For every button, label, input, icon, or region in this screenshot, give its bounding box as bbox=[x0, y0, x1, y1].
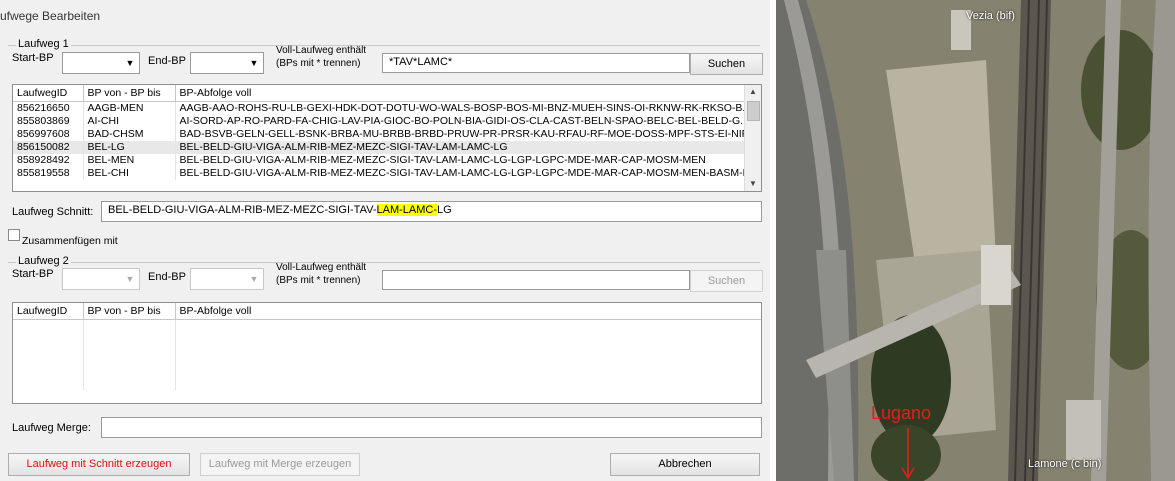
empty-row bbox=[13, 319, 761, 334]
chevron-down-icon: ▼ bbox=[249, 274, 259, 284]
merge-label: Laufweg Merge: bbox=[12, 422, 91, 434]
cell-bp-range: BEL-MEN bbox=[83, 154, 176, 167]
scroll-thumb[interactable] bbox=[747, 101, 760, 121]
schnitt-value-highlight: LAM-LAMC- bbox=[376, 204, 438, 216]
empty-row bbox=[13, 348, 761, 362]
laufweg1-voll-label: Voll-Laufweg enthält bbox=[276, 45, 367, 56]
table-header-row: LaufwegID BP von - BP bis BP-Abfolge vol… bbox=[13, 85, 747, 102]
cell-bp-range: BAD-CHSM bbox=[83, 128, 176, 141]
schnitt-value-after: LG bbox=[437, 204, 452, 216]
laufweg1-start-combo[interactable]: ▼ bbox=[62, 52, 140, 74]
table-row-selected[interactable]: 856150082 BEL-LG BEL-BELD-GIU-VIGA-ALM-R… bbox=[13, 141, 747, 154]
laufweg1-grid[interactable]: LaufwegID BP von - BP bis BP-Abfolge vol… bbox=[12, 84, 762, 192]
chevron-down-icon: ▼ bbox=[125, 58, 135, 68]
chevron-down-icon: ▼ bbox=[125, 274, 135, 284]
cell-laufwegid: 855803869 bbox=[13, 115, 84, 128]
cell-laufwegid: 858928492 bbox=[13, 154, 84, 167]
scroll-down-icon[interactable]: ▼ bbox=[745, 177, 761, 191]
laufweg2-grid[interactable]: LaufwegID BP von - BP bis BP-Abfolge vol… bbox=[12, 302, 762, 404]
merge-checkbox-label: Zusammenfügen mit bbox=[22, 235, 118, 247]
map-label-lamone: Lamone (c bin) bbox=[1028, 458, 1102, 470]
schnitt-label: Laufweg Schnitt: bbox=[12, 206, 94, 218]
laufweg2-end-combo[interactable]: ▼ bbox=[190, 268, 264, 290]
laufweg1-voll-hint: (BPs mit * trennen) bbox=[276, 58, 361, 69]
cell-bp-sequence: AAGB-AAO-ROHS-RU-LB-GEXI-HDK-DOT-DOTU-WO… bbox=[175, 101, 747, 115]
map-label-lugano: Lugano bbox=[871, 403, 932, 423]
laufweg1-group-label: Laufweg 1 bbox=[16, 38, 71, 50]
cancel-button[interactable]: Abbrechen bbox=[610, 453, 760, 476]
cell-bp-range: AAGB-MEN bbox=[83, 101, 176, 115]
create-schnitt-button[interactable]: Laufweg mit Schnitt erzeugen bbox=[8, 453, 190, 476]
laufweg1-table: LaufwegID BP von - BP bis BP-Abfolge vol… bbox=[13, 85, 747, 180]
table-row[interactable]: 858928492 BEL-MEN BEL-BELD-GIU-VIGA-ALM-… bbox=[13, 154, 747, 167]
satellite-image bbox=[776, 0, 1175, 481]
merge-field[interactable] bbox=[101, 417, 762, 438]
laufweg1-start-label: Start-BP bbox=[12, 52, 54, 64]
table-row[interactable]: 856216650 AAGB-MEN AAGB-AAO-ROHS-RU-LB-G… bbox=[13, 101, 747, 115]
create-merge-button[interactable]: Laufweg mit Merge erzeugen bbox=[200, 453, 360, 476]
laufwege-dialog: ufwege Bearbeiten Laufweg 1 Start-BP ▼ E… bbox=[0, 0, 770, 481]
cell-bp-sequence: BAD-BSVB-GELN-GELL-BSNK-BRBA-MU-BRBB-BRB… bbox=[175, 128, 747, 141]
column-header-bp-range[interactable]: BP von - BP bis bbox=[83, 85, 176, 102]
cell-bp-range: BEL-CHI bbox=[83, 167, 176, 180]
cell-laufwegid: 855819558 bbox=[13, 167, 84, 180]
arrow-down-icon bbox=[901, 428, 915, 480]
laufweg2-group-label: Laufweg 2 bbox=[16, 255, 71, 267]
merge-checkbox[interactable] bbox=[8, 229, 20, 241]
laufweg2-start-label: Start-BP bbox=[12, 268, 54, 280]
column-header-bp-sequence[interactable]: BP-Abfolge voll bbox=[175, 85, 747, 102]
table-row[interactable]: 855803869 AI-CHI AI-SORD-AP-RO-PARD-FA-C… bbox=[13, 115, 747, 128]
satellite-map[interactable]: Vezia (bif) Lugano Lamone (c bin) bbox=[776, 0, 1175, 481]
table-header-row: LaufwegID BP von - BP bis BP-Abfolge vol… bbox=[13, 303, 761, 320]
schnitt-field[interactable]: BEL-BELD-GIU-VIGA-ALM-RIB-MEZ-MEZC-SIGI-… bbox=[101, 201, 762, 222]
schnitt-value-before: BEL-BELD-GIU-VIGA-ALM-RIB-MEZ-MEZC-SIGI-… bbox=[108, 204, 377, 216]
cell-bp-sequence: BEL-BELD-GIU-VIGA-ALM-RIB-MEZ-MEZC-SIGI-… bbox=[175, 141, 747, 154]
laufweg2-voll-input[interactable] bbox=[382, 270, 690, 290]
column-header-bp-range[interactable]: BP von - BP bis bbox=[83, 303, 176, 320]
laufweg2-group-border bbox=[8, 262, 760, 263]
laufweg1-voll-input[interactable]: *TAV*LAMC* bbox=[382, 53, 690, 73]
dialog-titlebar: ufwege Bearbeiten bbox=[0, 6, 770, 28]
column-header-laufwegid[interactable]: LaufwegID bbox=[13, 85, 84, 102]
laufweg2-table: LaufwegID BP von - BP bis BP-Abfolge vol… bbox=[13, 303, 761, 390]
scroll-up-icon[interactable]: ▲ bbox=[745, 85, 761, 99]
laufweg2-voll-label: Voll-Laufweg enthält bbox=[276, 262, 367, 273]
laufweg1-end-label: End-BP bbox=[148, 55, 186, 67]
column-header-laufwegid[interactable]: LaufwegID bbox=[13, 303, 84, 320]
chevron-down-icon: ▼ bbox=[249, 58, 259, 68]
laufweg1-search-button[interactable]: Suchen bbox=[690, 53, 763, 75]
laufweg1-end-combo[interactable]: ▼ bbox=[190, 52, 264, 74]
dialog-title: ufwege Bearbeiten bbox=[0, 9, 101, 23]
laufweg2-voll-hint: (BPs mit * trennen) bbox=[276, 275, 361, 286]
laufweg2-end-label: End-BP bbox=[148, 271, 186, 283]
empty-row bbox=[13, 362, 761, 376]
grid-vertical-scrollbar[interactable]: ▲ ▼ bbox=[744, 85, 761, 191]
table-row[interactable]: 856997608 BAD-CHSM BAD-BSVB-GELN-GELL-BS… bbox=[13, 128, 747, 141]
laufweg1-group-border bbox=[8, 45, 760, 46]
empty-row bbox=[13, 334, 761, 348]
cell-laufwegid: 856150082 bbox=[13, 141, 84, 154]
column-header-bp-sequence[interactable]: BP-Abfolge voll bbox=[175, 303, 761, 320]
cell-laufwegid: 856997608 bbox=[13, 128, 84, 141]
cell-laufwegid: 856216650 bbox=[13, 101, 84, 115]
cell-bp-range: BEL-LG bbox=[83, 141, 176, 154]
table-row[interactable]: 855819558 BEL-CHI BEL-BELD-GIU-VIGA-ALM-… bbox=[13, 167, 747, 180]
cell-bp-sequence: AI-SORD-AP-RO-PARD-FA-CHIG-LAV-PIA-GIOC-… bbox=[175, 115, 747, 128]
cell-bp-sequence: BEL-BELD-GIU-VIGA-ALM-RIB-MEZ-MEZC-SIGI-… bbox=[175, 154, 747, 167]
laufweg2-start-combo[interactable]: ▼ bbox=[62, 268, 140, 290]
cell-bp-sequence: BEL-BELD-GIU-VIGA-ALM-RIB-MEZ-MEZC-SIGI-… bbox=[175, 167, 747, 180]
map-label-vezia: Vezia (bif) bbox=[966, 10, 1015, 22]
cell-bp-range: AI-CHI bbox=[83, 115, 176, 128]
laufweg2-search-button[interactable]: Suchen bbox=[690, 270, 763, 292]
empty-row bbox=[13, 376, 761, 390]
